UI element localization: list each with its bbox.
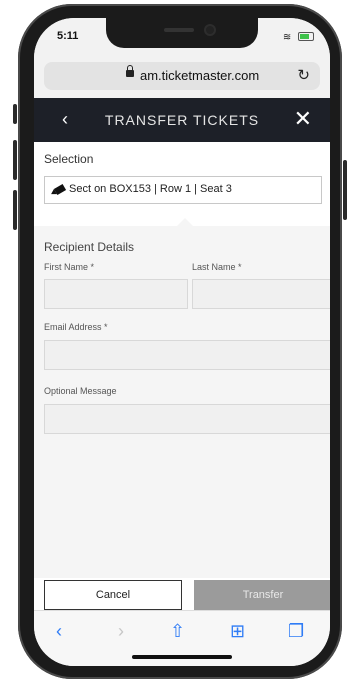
ticket-tag-icon — [53, 183, 67, 196]
selection-box: Sect on BOX153 | Row 1 | Seat 3 — [44, 176, 322, 204]
status-icons: ≋ — [283, 31, 314, 43]
close-icon[interactable]: ✕ — [294, 106, 312, 132]
email-label: Email Address * — [44, 322, 108, 332]
power-button — [343, 160, 347, 220]
bookmarks-icon[interactable]: ⊞ — [230, 621, 245, 642]
last-name-label: Last Name * — [192, 262, 242, 272]
selection-label: Selection — [44, 152, 94, 166]
message-field[interactable] — [44, 404, 330, 434]
reload-icon[interactable]: ↻ — [297, 66, 310, 84]
wifi-icon: ≋ — [282, 32, 293, 43]
transfer-button[interactable]: Transfer — [194, 580, 330, 610]
volume-down-button — [13, 190, 17, 230]
battery-icon — [298, 32, 314, 41]
notch — [106, 18, 258, 48]
recipient-details-section: Recipient Details First Name * Last Name… — [34, 226, 330, 578]
status-bar: 5:11 ≋ — [34, 18, 330, 60]
message-label: Optional Message — [44, 386, 117, 396]
screen: 5:11 ≋ am.ticketmaster.com ↻ ‹ TRANSFER … — [34, 18, 330, 666]
forward-arrow-icon[interactable]: › — [118, 621, 124, 642]
back-arrow-icon[interactable]: ‹ — [56, 621, 62, 642]
url-text: am.ticketmaster.com — [140, 68, 260, 83]
first-name-label: First Name * — [44, 262, 95, 272]
recipient-label: Recipient Details — [44, 240, 135, 254]
last-name-field[interactable] — [192, 279, 330, 309]
home-indicator — [132, 655, 232, 659]
camera — [206, 26, 214, 34]
page-header: ‹ TRANSFER TICKETS ✕ — [34, 98, 330, 142]
tabs-icon[interactable]: ❐ — [288, 621, 304, 642]
status-time: 5:11 — [57, 30, 79, 42]
first-name-field[interactable] — [44, 279, 188, 309]
volume-up-button — [13, 140, 17, 180]
form-actions: Cancel Transfer — [34, 578, 330, 610]
email-field[interactable] — [44, 340, 330, 370]
page-title: TRANSFER TICKETS — [104, 112, 260, 128]
browser-toolbar: ‹ › ⇧ ⊞ ❐ — [34, 610, 330, 666]
transfer-form: Selection Sect on BOX153 | Row 1 | Seat … — [34, 142, 330, 578]
mute-switch — [13, 104, 17, 124]
selection-value: Sect on BOX153 | Row 1 | Seat 3 — [69, 183, 232, 195]
lock-icon — [126, 65, 134, 77]
share-icon[interactable]: ⇧ — [170, 621, 185, 642]
url-bar[interactable]: am.ticketmaster.com ↻ — [44, 62, 320, 90]
cancel-button[interactable]: Cancel — [44, 580, 182, 610]
speaker — [164, 28, 194, 32]
